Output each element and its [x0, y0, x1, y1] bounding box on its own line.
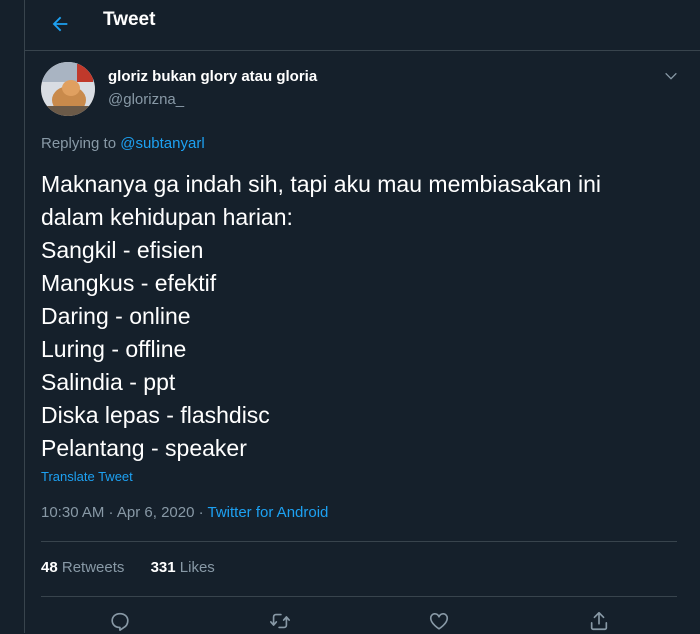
- avatar[interactable]: [41, 62, 95, 116]
- share-icon: [590, 611, 608, 631]
- reply-button[interactable]: [107, 608, 133, 634]
- more-options-button[interactable]: [661, 66, 681, 86]
- tweet-text: Maknanya ga indah sih, tapi aku mau memb…: [41, 168, 681, 465]
- tweet-text-line: dalam kehidupan harian:: [41, 204, 293, 230]
- page-title: Tweet: [103, 9, 156, 30]
- replying-prefix: Replying to: [41, 135, 117, 152]
- meta-separator: ·: [194, 504, 208, 521]
- retweets-count: 48: [41, 559, 58, 576]
- header-bar: Tweet: [25, 0, 700, 51]
- likes-label: Likes: [179, 559, 215, 576]
- tweet-text-line: Daring - online: [41, 303, 191, 329]
- tweet-detail-column: Tweet gloriz bukan glory atau gloria @gl…: [24, 0, 700, 633]
- translate-tweet-link[interactable]: Translate Tweet: [41, 469, 133, 484]
- retweet-button[interactable]: [267, 608, 293, 634]
- author-handle[interactable]: @glorizna_: [108, 91, 184, 108]
- engagement-stats: 48 Retweets 331 Likes: [41, 559, 237, 576]
- replying-to-line: Replying to @subtanyarl: [41, 135, 205, 152]
- author-name[interactable]: gloriz bukan glory atau gloria: [108, 68, 317, 85]
- tweet-text-line: Diska lepas - flashdisc: [41, 402, 270, 428]
- like-button[interactable]: [426, 608, 452, 634]
- back-button[interactable]: [43, 7, 77, 41]
- heart-icon: [429, 613, 449, 630]
- replying-to-link[interactable]: @subtanyarl: [120, 135, 204, 152]
- chevron-down-icon: [665, 72, 677, 80]
- tweet-timestamp[interactable]: 10:30 AM · Apr 6, 2020: [41, 504, 194, 521]
- retweets-stat[interactable]: 48 Retweets: [41, 559, 124, 576]
- arrow-left-icon: [52, 16, 68, 32]
- tweet-meta: 10:30 AM · Apr 6, 2020 · Twitter for And…: [41, 504, 328, 521]
- share-button[interactable]: [586, 608, 612, 634]
- tweet-text-line: Luring - offline: [41, 336, 187, 362]
- retweet-icon: [270, 613, 290, 629]
- likes-count: 331: [150, 559, 176, 576]
- tweet-text-line: Pelantang - speaker: [41, 435, 247, 461]
- reply-icon: [111, 612, 129, 631]
- divider: [41, 541, 677, 542]
- likes-stat[interactable]: 331 Likes: [151, 559, 215, 576]
- tweet-text-line: Salindia - ppt: [41, 369, 176, 395]
- divider: [41, 596, 677, 597]
- avatar-image: [41, 62, 95, 116]
- retweets-label: Retweets: [61, 559, 125, 576]
- tweet-text-line: Maknanya ga indah sih, tapi aku mau memb…: [41, 171, 601, 197]
- tweet-text-line: Mangkus - efektif: [41, 270, 217, 296]
- tweet-source-link[interactable]: Twitter for Android: [208, 504, 329, 521]
- tweet-text-line: Sangkil - efisien: [41, 237, 204, 263]
